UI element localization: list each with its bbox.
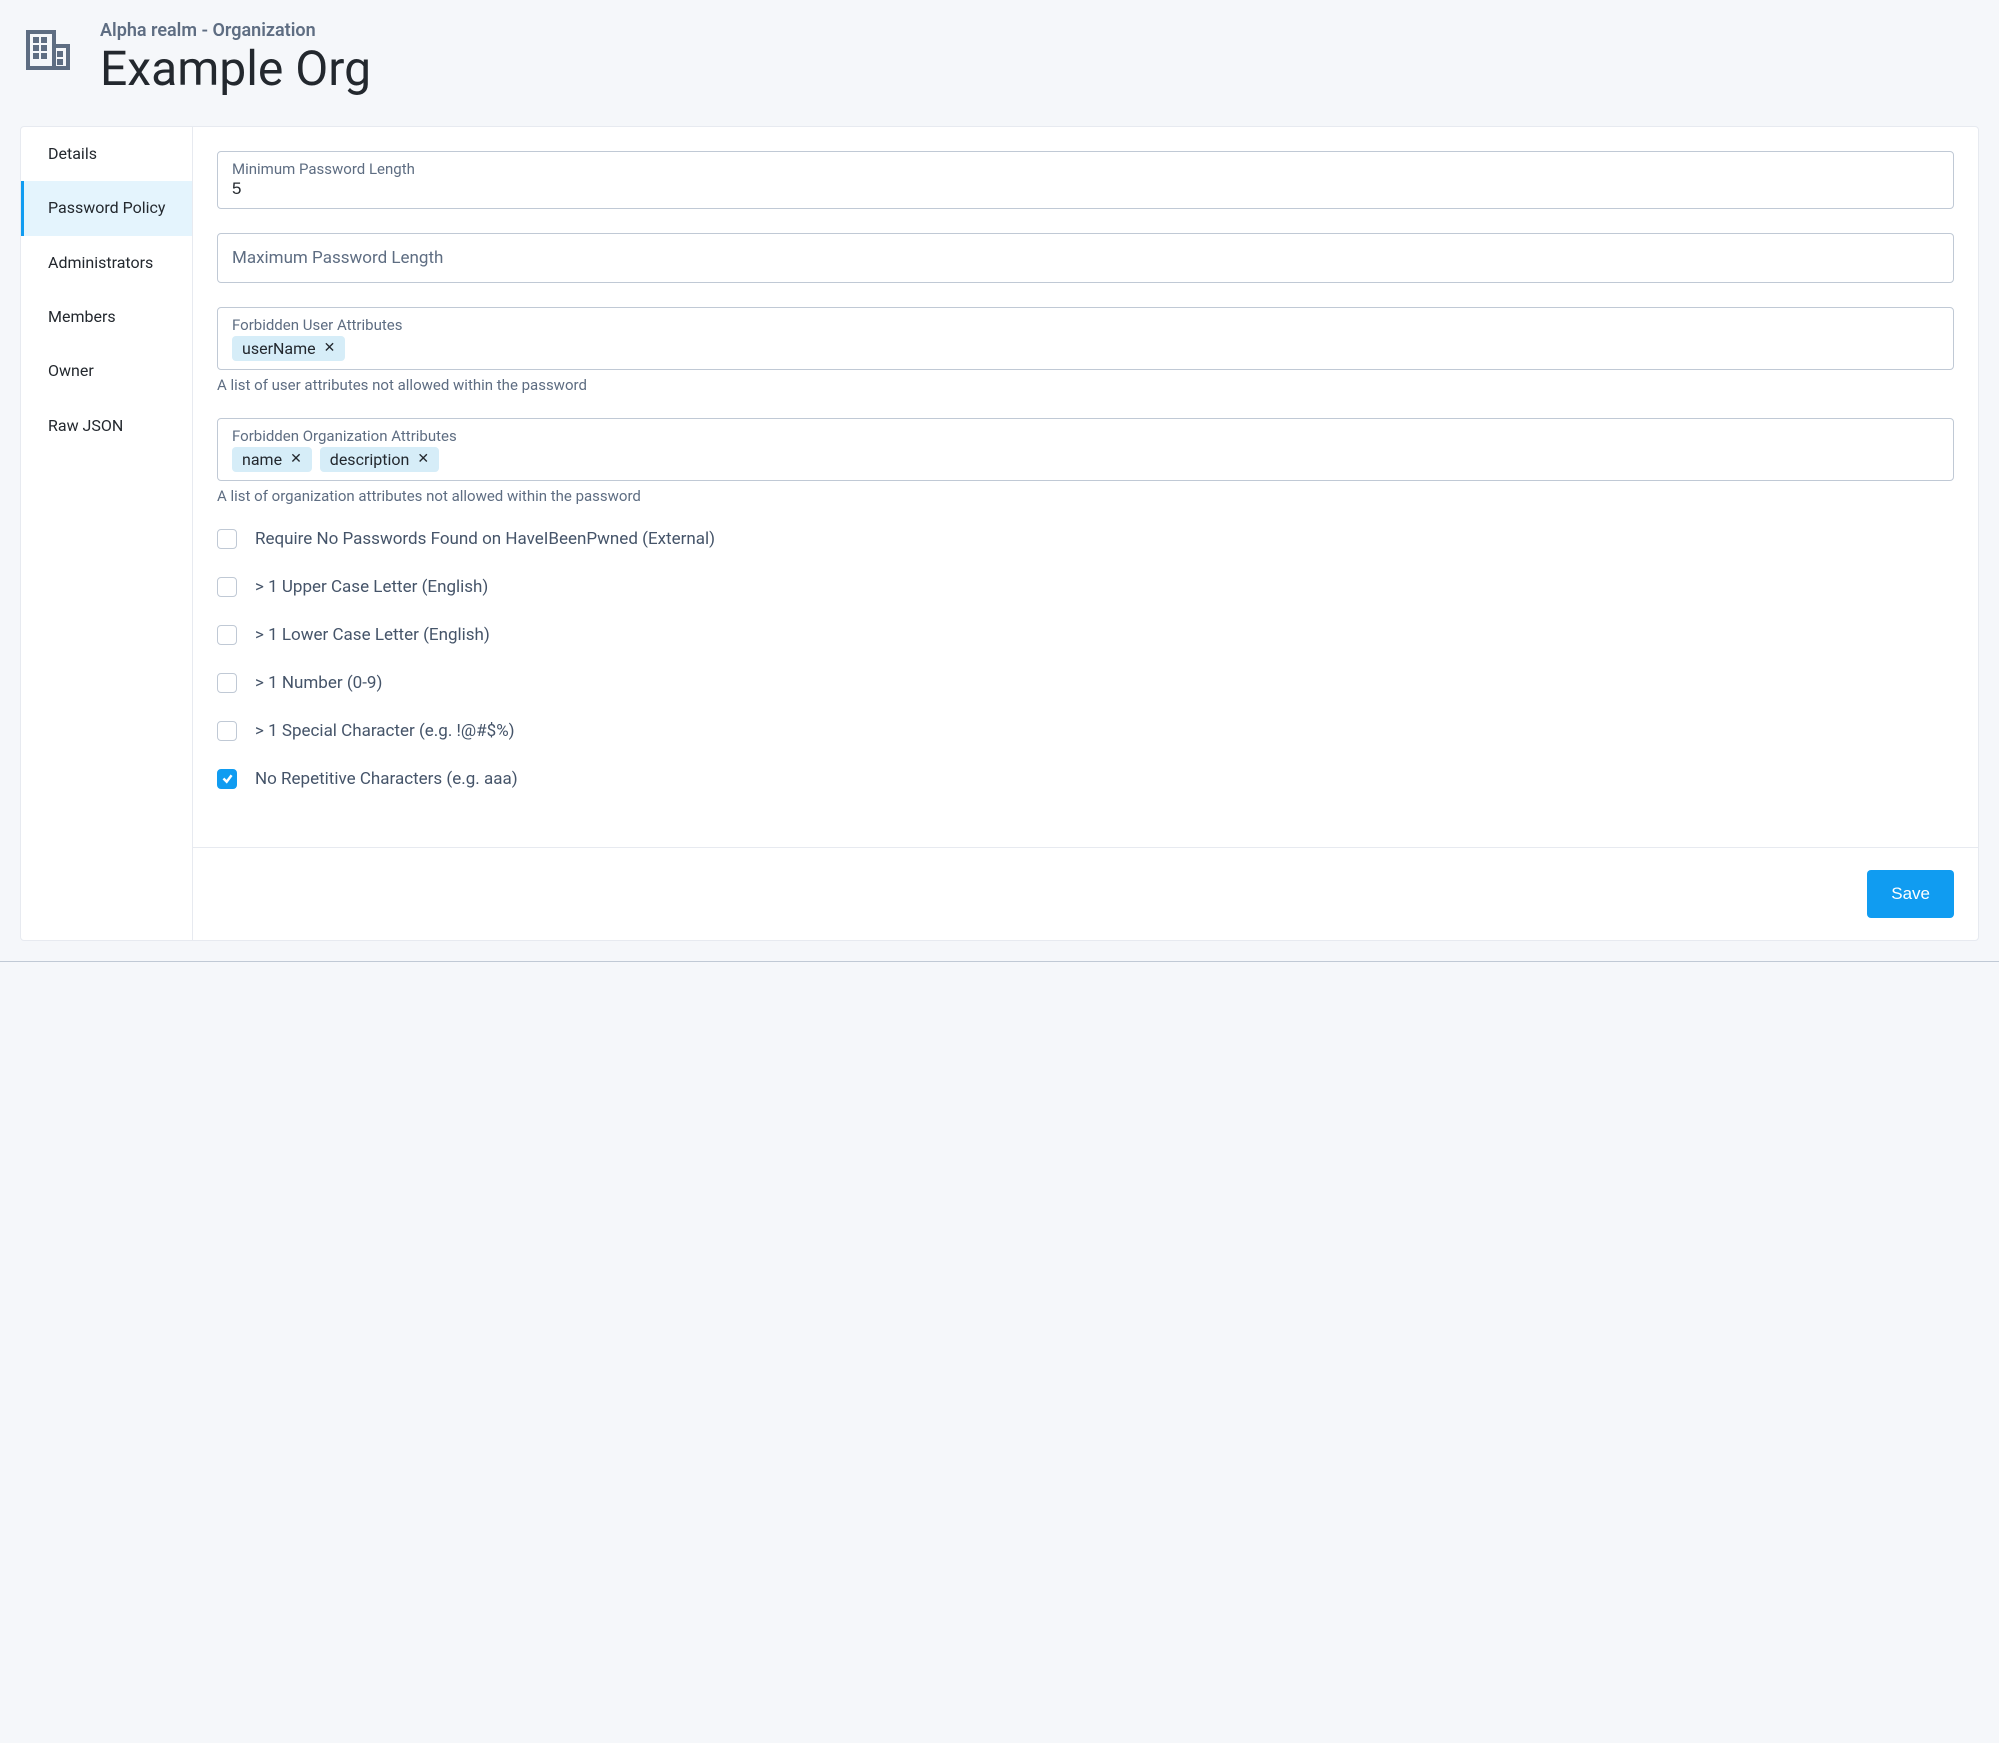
sidebar-item-administrators[interactable]: Administrators bbox=[21, 236, 192, 290]
page-header: Alpha realm - Organization Example Org bbox=[0, 10, 1999, 126]
check-row: > 1 Upper Case Letter (English) bbox=[217, 577, 1954, 597]
tag-label: userName bbox=[242, 339, 316, 358]
check-row: No Repetitive Characters (e.g. aaa) bbox=[217, 769, 1954, 789]
form-footer: Save bbox=[193, 847, 1978, 940]
min-password-length-label: Minimum Password Length bbox=[232, 160, 1939, 178]
check-label: > 1 Lower Case Letter (English) bbox=[255, 625, 490, 645]
min-password-length-field[interactable]: Minimum Password Length bbox=[217, 151, 1954, 209]
checkbox[interactable] bbox=[217, 721, 237, 741]
remove-tag-icon[interactable]: ✕ bbox=[290, 451, 302, 467]
tag-label: name bbox=[242, 450, 282, 469]
sidebar-item-details[interactable]: Details bbox=[21, 127, 192, 181]
check-label: > 1 Special Character (e.g. !@#$%) bbox=[255, 721, 515, 741]
save-button[interactable]: Save bbox=[1867, 870, 1954, 918]
check-label: Require No Passwords Found on HaveIBeenP… bbox=[255, 529, 715, 549]
forbidden-user-attributes-field[interactable]: Forbidden User Attributes userName ✕ bbox=[217, 307, 1954, 370]
min-password-length-input[interactable] bbox=[232, 178, 1939, 200]
organization-icon bbox=[24, 20, 72, 78]
forbidden-user-tag: userName ✕ bbox=[232, 336, 345, 361]
max-password-length-label: Maximum Password Length bbox=[232, 248, 443, 268]
checkbox[interactable] bbox=[217, 529, 237, 549]
sidebar-item-owner[interactable]: Owner bbox=[21, 344, 192, 398]
check-label: > 1 Upper Case Letter (English) bbox=[255, 577, 488, 597]
remove-tag-icon[interactable]: ✕ bbox=[324, 340, 336, 356]
checkbox[interactable] bbox=[217, 769, 237, 789]
forbidden-org-attributes-help: A list of organization attributes not al… bbox=[217, 487, 1954, 505]
content-area: Minimum Password Length Maximum Password… bbox=[193, 127, 1978, 940]
tag-label: description bbox=[330, 450, 410, 469]
check-row: > 1 Number (0-9) bbox=[217, 673, 1954, 693]
main-panel: DetailsPassword PolicyAdministratorsMemb… bbox=[20, 126, 1979, 941]
page-title: Example Org bbox=[100, 43, 371, 96]
forbidden-org-tag: description ✕ bbox=[320, 447, 439, 472]
max-password-length-field[interactable]: Maximum Password Length bbox=[217, 233, 1954, 283]
forbidden-org-attributes-label: Forbidden Organization Attributes bbox=[232, 427, 1939, 445]
check-label: > 1 Number (0-9) bbox=[255, 673, 382, 693]
checkbox[interactable] bbox=[217, 577, 237, 597]
check-row: > 1 Special Character (e.g. !@#$%) bbox=[217, 721, 1954, 741]
sidebar-item-password-policy[interactable]: Password Policy bbox=[21, 181, 192, 235]
breadcrumb: Alpha realm - Organization bbox=[100, 20, 371, 41]
checkbox[interactable] bbox=[217, 673, 237, 693]
forbidden-org-attributes-field[interactable]: Forbidden Organization Attributes name✕d… bbox=[217, 418, 1954, 481]
sidebar-item-members[interactable]: Members bbox=[21, 290, 192, 344]
check-row: > 1 Lower Case Letter (English) bbox=[217, 625, 1954, 645]
check-label: No Repetitive Characters (e.g. aaa) bbox=[255, 769, 518, 789]
bottom-divider bbox=[0, 961, 1999, 962]
forbidden-user-attributes-help: A list of user attributes not allowed wi… bbox=[217, 376, 1954, 394]
forbidden-user-attributes-label: Forbidden User Attributes bbox=[232, 316, 1939, 334]
sidebar-item-raw-json[interactable]: Raw JSON bbox=[21, 399, 192, 453]
checkbox[interactable] bbox=[217, 625, 237, 645]
sidebar: DetailsPassword PolicyAdministratorsMemb… bbox=[21, 127, 193, 940]
check-row: Require No Passwords Found on HaveIBeenP… bbox=[217, 529, 1954, 549]
remove-tag-icon[interactable]: ✕ bbox=[417, 451, 429, 467]
forbidden-org-tag: name ✕ bbox=[232, 447, 312, 472]
